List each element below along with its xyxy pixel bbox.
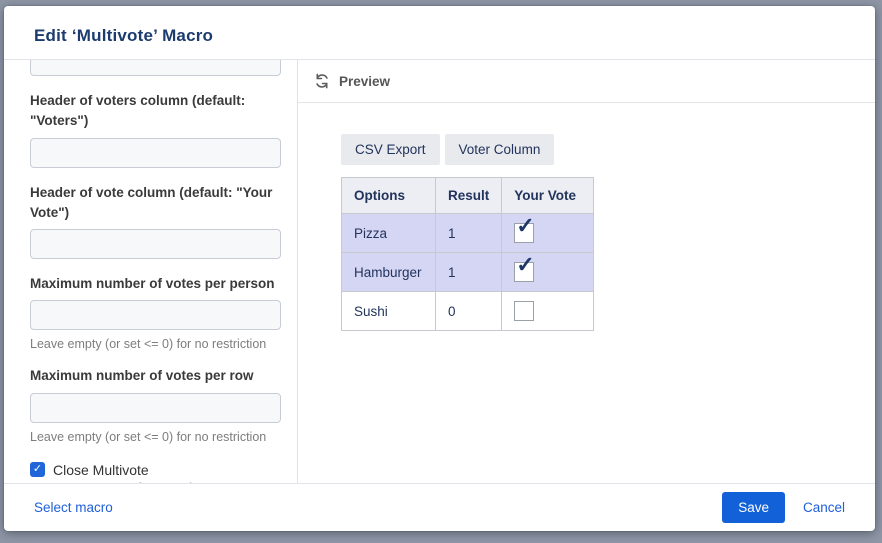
table-row-pizza: Pizza 1 ✓ bbox=[342, 214, 594, 253]
vote-column-header-input[interactable] bbox=[30, 229, 281, 259]
your-vote-column-header: Your Vote bbox=[502, 178, 594, 214]
table-row-hamburger: Hamburger 1 ✓ bbox=[342, 253, 594, 292]
close-multivote-row[interactable]: ✓ Close Multivote bbox=[30, 462, 281, 478]
dialog-footer: Select macro Save Cancel bbox=[4, 483, 875, 531]
option-cell: Hamburger bbox=[342, 253, 436, 292]
voters-column-header-input[interactable] bbox=[30, 138, 281, 168]
max-votes-per-row-input[interactable] bbox=[30, 393, 281, 423]
vote-checkbox-checked[interactable]: ✓ bbox=[514, 262, 534, 282]
preview-panel: Preview CSV Export Voter Column Options … bbox=[297, 60, 875, 483]
vote-cell bbox=[502, 292, 594, 331]
option-cell: Sushi bbox=[342, 292, 436, 331]
voters-column-header-label: Header of voters column (default: "Voter… bbox=[30, 91, 281, 132]
dialog-body: Header of voters column (default: "Voter… bbox=[4, 60, 875, 483]
max-votes-per-row-helper: Leave empty (or set <= 0) for no restric… bbox=[30, 430, 281, 444]
max-votes-per-person-label: Maximum number of votes per person bbox=[30, 274, 281, 294]
max-votes-per-person-helper: Leave empty (or set <= 0) for no restric… bbox=[30, 337, 281, 351]
clipped-top-input[interactable] bbox=[30, 60, 281, 76]
preview-title: Preview bbox=[339, 74, 390, 89]
select-macro-link[interactable]: Select macro bbox=[34, 500, 113, 515]
preview-header: Preview bbox=[298, 60, 875, 103]
checkmark-icon: ✓ bbox=[516, 254, 534, 276]
result-cell: 0 bbox=[436, 292, 502, 331]
preview-content: CSV Export Voter Column Options Result Y… bbox=[298, 103, 875, 331]
cancel-link[interactable]: Cancel bbox=[803, 500, 845, 515]
footer-actions: Save Cancel bbox=[722, 492, 845, 523]
max-votes-per-row-label: Maximum number of votes per row bbox=[30, 366, 281, 386]
table-header-row: Options Result Your Vote bbox=[342, 178, 594, 214]
options-column-header: Options bbox=[342, 178, 436, 214]
vote-cell: ✓ bbox=[502, 253, 594, 292]
vote-column-header-label: Header of vote column (default: "Your Vo… bbox=[30, 183, 281, 224]
close-multivote-checkbox[interactable]: ✓ bbox=[30, 462, 45, 477]
option-cell: Pizza bbox=[342, 214, 436, 253]
voter-column-button[interactable]: Voter Column bbox=[445, 134, 555, 165]
vote-checkbox-checked[interactable]: ✓ bbox=[514, 223, 534, 243]
close-multivote-helper: Prevents users from casting votes bbox=[51, 481, 281, 484]
dialog-header: Edit ‘Multivote’ Macro bbox=[4, 6, 875, 60]
macro-settings-form: Header of voters column (default: "Voter… bbox=[4, 60, 297, 483]
result-cell: 1 bbox=[436, 214, 502, 253]
csv-export-button[interactable]: CSV Export bbox=[341, 134, 440, 165]
vote-cell: ✓ bbox=[502, 214, 594, 253]
preview-toolbar: CSV Export Voter Column bbox=[341, 134, 875, 165]
refresh-icon[interactable] bbox=[314, 73, 330, 89]
save-button[interactable]: Save bbox=[722, 492, 785, 523]
vote-checkbox-unchecked[interactable] bbox=[514, 301, 534, 321]
result-cell: 1 bbox=[436, 253, 502, 292]
vote-preview-table: Options Result Your Vote Pizza 1 ✓ bbox=[341, 177, 594, 331]
result-column-header: Result bbox=[436, 178, 502, 214]
max-votes-per-person-input[interactable] bbox=[30, 300, 281, 330]
checkmark-icon: ✓ bbox=[516, 215, 534, 237]
edit-macro-dialog: Edit ‘Multivote’ Macro Header of voters … bbox=[4, 6, 875, 531]
table-row-sushi: Sushi 0 bbox=[342, 292, 594, 331]
close-multivote-label: Close Multivote bbox=[53, 462, 149, 478]
dialog-title: Edit ‘Multivote’ Macro bbox=[34, 26, 213, 45]
